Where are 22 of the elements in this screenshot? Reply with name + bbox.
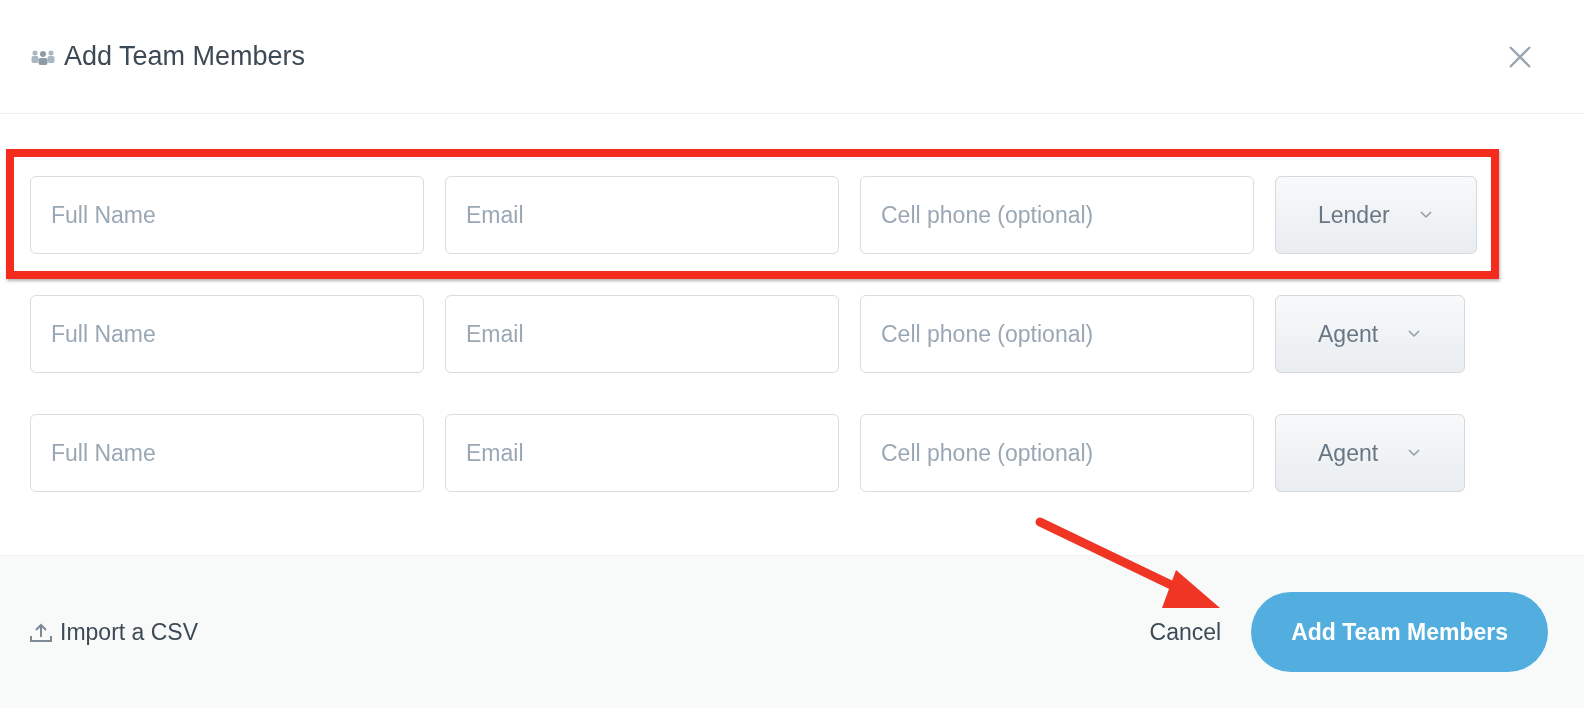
- cancel-button[interactable]: Cancel: [1149, 618, 1222, 646]
- import-csv-link[interactable]: Import a CSV: [30, 618, 199, 646]
- email-field[interactable]: Email: [445, 295, 839, 373]
- full-name-field[interactable]: Full Name: [30, 295, 424, 373]
- team-icon: [30, 48, 56, 65]
- upload-icon: [30, 622, 52, 642]
- role-dropdown[interactable]: Agent: [1275, 295, 1466, 373]
- role-dropdown[interactable]: Lender: [1275, 176, 1477, 254]
- caret-icon: [1408, 449, 1421, 457]
- full-name-field[interactable]: Full Name: [30, 414, 424, 492]
- email-field[interactable]: Email: [445, 414, 839, 492]
- phone-field[interactable]: Cell phone (optional): [860, 295, 1254, 373]
- caret-icon: [1408, 330, 1421, 338]
- full-name-field[interactable]: Full Name: [30, 176, 424, 254]
- email-field[interactable]: Email: [445, 176, 839, 254]
- dialog-title: Add Team Members: [64, 41, 306, 72]
- caret-icon: [1419, 211, 1432, 219]
- add-team-members-button[interactable]: Add Team Members: [1251, 592, 1548, 672]
- phone-field[interactable]: Cell phone (optional): [860, 414, 1254, 492]
- role-dropdown[interactable]: Agent: [1275, 414, 1466, 492]
- close-icon[interactable]: [1508, 44, 1532, 69]
- phone-field[interactable]: Cell phone (optional): [860, 176, 1254, 254]
